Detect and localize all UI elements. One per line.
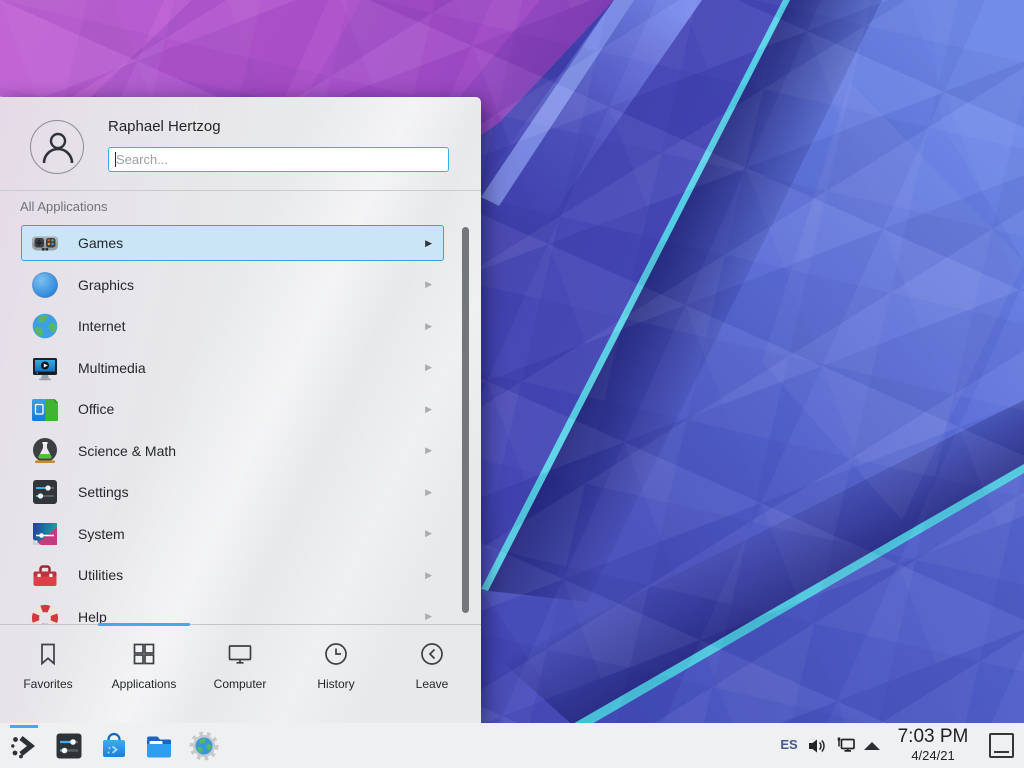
category-label: Games <box>78 235 123 251</box>
expand-tray-arrow[interactable] <box>864 742 880 750</box>
grid-icon <box>130 640 158 668</box>
folder-icon <box>143 730 175 762</box>
category-utilities[interactable]: Utilities ▶ <box>21 557 444 593</box>
category-science-math[interactable]: Science & Math ▶ <box>21 433 444 469</box>
submenu-arrow-icon: ▶ <box>425 487 432 498</box>
active-tab-indicator <box>98 623 190 626</box>
system-settings-icon <box>53 730 85 762</box>
tab-computer[interactable]: Computer <box>192 628 288 723</box>
show-desktop-button[interactable] <box>989 733 1014 758</box>
active-task-indicator <box>10 725 38 728</box>
category-graphics[interactable]: Graphics ▶ <box>21 267 444 303</box>
volume-button[interactable] <box>806 735 828 762</box>
category-label: Office <box>78 401 114 417</box>
application-launcher-popup: Raphael Hertzog All Applications <box>0 97 481 723</box>
category-label: System <box>78 526 125 542</box>
tab-history[interactable]: History <box>288 628 384 723</box>
tabbar-separator <box>0 624 481 625</box>
category-label: Utilities <box>78 567 123 583</box>
category-office[interactable]: Office ▶ <box>21 391 444 427</box>
tab-favorites[interactable]: Favorites <box>0 628 96 723</box>
header-separator <box>0 190 481 191</box>
system-settings-button[interactable] <box>53 730 85 762</box>
submenu-arrow-icon: ▶ <box>425 362 432 373</box>
network-button[interactable] <box>834 733 858 762</box>
user-name: Raphael Hertzog <box>108 118 221 135</box>
tab-label: Computer <box>214 677 267 691</box>
tab-label: Leave <box>416 677 449 691</box>
clock-time: 7:03 PM <box>888 726 978 748</box>
graphics-icon <box>29 269 61 301</box>
tab-leave[interactable]: Leave <box>384 628 480 723</box>
scrollbar[interactable] <box>462 227 469 613</box>
desktop: Raphael Hertzog All Applications <box>0 0 1024 768</box>
tab-applications[interactable]: Applications <box>96 628 192 723</box>
taskbar-panel: ES 7:03 PM 4/24/21 <box>0 723 1024 768</box>
monitor-icon <box>226 640 254 668</box>
category-system[interactable]: System ▶ <box>21 516 444 552</box>
category-label: Settings <box>78 484 129 500</box>
category-multimedia[interactable]: Multimedia ▶ <box>21 350 444 386</box>
submenu-arrow-icon: ▶ <box>425 321 432 332</box>
internet-icon <box>29 310 61 342</box>
text-caret <box>115 152 116 167</box>
category-settings[interactable]: Settings ▶ <box>21 474 444 510</box>
science-icon <box>29 435 61 467</box>
network-icon <box>834 733 858 757</box>
system-icon <box>29 518 61 550</box>
search-field[interactable] <box>108 147 449 172</box>
leave-icon <box>418 640 446 668</box>
office-icon <box>29 393 61 425</box>
dolphin-button[interactable] <box>143 730 175 762</box>
discover-icon <box>98 730 130 762</box>
user-avatar[interactable] <box>30 120 84 174</box>
category-label: Graphics <box>78 277 134 293</box>
utilities-icon <box>29 559 61 591</box>
submenu-arrow-icon: ▶ <box>425 404 432 415</box>
clock-date: 4/24/21 <box>888 748 978 763</box>
section-label: All Applications <box>20 199 107 214</box>
settings-icon <box>29 476 61 508</box>
multimedia-icon <box>29 352 61 384</box>
category-list: Games ▶ Graphics ▶ <box>0 222 456 624</box>
tab-label: Applications <box>112 677 177 691</box>
submenu-arrow-icon: ▶ <box>425 528 432 539</box>
digital-clock[interactable]: 7:03 PM 4/24/21 <box>888 726 978 763</box>
games-icon <box>29 227 61 259</box>
discover-button[interactable] <box>98 730 130 762</box>
submenu-arrow-icon: ▶ <box>425 570 432 581</box>
category-label: Help <box>78 609 107 625</box>
keyboard-layout-indicator[interactable]: ES <box>776 737 802 752</box>
tab-label: History <box>317 677 354 691</box>
submenu-arrow-icon: ▶ <box>425 238 432 249</box>
help-icon <box>29 601 61 625</box>
submenu-arrow-icon: ▶ <box>425 611 432 622</box>
submenu-arrow-icon: ▶ <box>425 445 432 456</box>
clock-icon <box>322 640 350 668</box>
category-internet[interactable]: Internet ▶ <box>21 308 444 344</box>
tab-label: Favorites <box>23 677 72 691</box>
web-browser-button[interactable] <box>188 730 220 762</box>
launcher-tabbar: Favorites Applications <box>0 628 481 723</box>
category-label: Multimedia <box>78 360 146 376</box>
category-games[interactable]: Games ▶ <box>21 225 444 261</box>
category-help[interactable]: Help ▶ <box>21 599 444 625</box>
application-launcher-button[interactable] <box>8 730 40 762</box>
user-icon <box>31 121 85 175</box>
speaker-icon <box>806 735 828 757</box>
category-label: Internet <box>78 318 125 334</box>
kickoff-icon <box>8 730 40 762</box>
category-label: Science & Math <box>78 443 176 459</box>
globe-gear-icon <box>188 730 220 762</box>
search-input[interactable] <box>109 148 448 171</box>
bookmark-icon <box>34 640 62 668</box>
submenu-arrow-icon: ▶ <box>425 279 432 290</box>
